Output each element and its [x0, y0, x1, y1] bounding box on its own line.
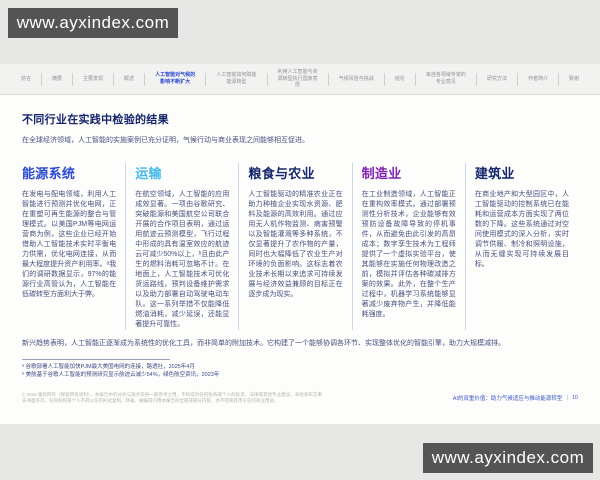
column-title-agriculture: 粮食与农业: [248, 166, 315, 181]
nav-tab-ai-climate-impact[interactable]: 人工智能对气候的影响不断扩大: [152, 70, 198, 88]
column-body-energy: 在发电与配电领域，利用人工智能进行预测并优化电网，正在重塑可再生能源的整合与管理…: [22, 191, 117, 298]
nav-tab-acknowledgements[interactable]: 致谢: [566, 74, 582, 85]
nav-tab-conclusion[interactable]: 结论: [392, 74, 408, 85]
column-food-agriculture: 粮食与农业 人工智能驱动的精准农业正在助力种植企业实现水资源、肥料及能源的高效利…: [238, 163, 351, 330]
column-manufacturing: 制造业 在工业制造领域，人工智能正在重构效率模式。通过部署预测性分析技术，企业能…: [351, 163, 465, 330]
industry-columns: 能源系统 在发电与配电领域，利用人工智能进行预测并优化电网，正在重塑可再生能源的…: [22, 163, 578, 330]
column-construction: 建筑业 在商业地产和大型园区中，人工智能驱动的控制系统已在能耗和运营成本方面实现…: [464, 163, 578, 330]
column-body-agriculture: 人工智能驱动的精准农业正在助力种植企业实现水资源、肥料及能源的高效利用。通过应用…: [248, 191, 343, 298]
footer-separator: |: [566, 395, 568, 401]
nav-tab-climate-risks[interactable]: 气候风险与挑战: [336, 74, 377, 85]
page-title: 不同行业在实践中检验的结果: [22, 114, 169, 126]
column-body-transport: 在航空领域，人工智能的应用成效显著。一项由谷歌研究、突破能源和美国航空公司联合开…: [135, 191, 230, 328]
column-body-construction: 在商业地产和大型园区中，人工智能驱动的控制系统已在能耗和运营成本方面实现了两位数…: [474, 191, 570, 268]
page-footer: AI的双重价值：助力气候适应与推动能源转型 | 10: [453, 394, 578, 402]
nav-divider: [72, 72, 74, 86]
footnote-b: ᵇ 美航基于谷歌人工智能的预测研究显示航迹云减少54%，绿色航空资讯，2023年: [22, 371, 220, 378]
nav-divider: [144, 72, 146, 86]
footnote-rule: [22, 359, 170, 360]
page-number: 10: [571, 395, 578, 401]
column-title-energy: 能源系统: [22, 166, 76, 181]
footnote-a: ᵃ 谷歌部署人工智能加快PJM最大美国电网的连接，路透社，2025年4月: [22, 364, 195, 370]
page-subtitle: 在全球经济领域，人工智能的实施案例已充分证明，气候行动与商业表现之间能够相互促进…: [22, 137, 309, 144]
nav-tab-ai-national-commitments[interactable]: 利用人工智能与资源转型执行国家意愿: [275, 67, 321, 91]
legal-disclaimer: © 2025 版权所有（保留所有权利）。本报告中的分析与观点仅供一般参考之用，不…: [22, 392, 322, 403]
column-title-manufacturing: 制造业: [361, 166, 402, 181]
nav-divider: [383, 72, 385, 86]
watermark-top-left: www.ayxindex.com: [8, 8, 178, 38]
nav-divider: [113, 72, 115, 86]
nav-tab-expert-opinions[interactable]: 来自各领域专家的专业意见: [423, 70, 469, 88]
nav-tab-authors[interactable]: 作者简介: [525, 74, 551, 85]
column-energy-systems: 能源系统 在发电与配电领域，利用人工智能进行预测并优化电网，正在重塑可再生能源的…: [22, 163, 125, 330]
column-title-construction: 建筑业: [474, 166, 515, 181]
column-title-transport: 运输: [135, 166, 162, 181]
watermark-bottom-right: www.ayxindex.com: [423, 443, 593, 473]
nav-divider: [414, 72, 416, 86]
nav-tab-overview[interactable]: 概述: [121, 74, 137, 85]
nav-tab-foreword[interactable]: 前言: [18, 74, 34, 85]
nav-divider: [41, 72, 43, 86]
report-page: 不同行业在实践中检验的结果 在全球经济领域，人工智能的实施案例已充分证明，气候行…: [0, 95, 600, 424]
nav-divider: [327, 72, 329, 86]
nav-divider: [266, 72, 268, 86]
conclusion-paragraph: 新兴趋势表明，人工智能正逐渐成为系统性的优化工具，而非简单的附加技术。它构建了一…: [22, 340, 505, 347]
nav-divider: [516, 72, 518, 86]
column-body-manufacturing: 在工业制造领域，人工智能正在重构效率模式。通过部署预测性分析技术，企业能够有效预…: [361, 191, 456, 318]
column-transport: 运输 在航空领域，人工智能的应用成效显著。一项由谷歌研究、突破能源和美国航空公司…: [125, 163, 238, 330]
nav-divider: [205, 72, 207, 86]
nav-tab-ai-energy-transition[interactable]: 人工智能如何赋能能源转型: [213, 70, 259, 88]
nav-tab-summary[interactable]: 摘要: [49, 74, 65, 85]
nav-tab-key-findings[interactable]: 主要发现: [80, 74, 106, 85]
page-bottom-row: © 2025 版权所有（保留所有权利）。本报告中的分析与观点仅供一般参考之用，不…: [22, 392, 578, 404]
nav-divider: [475, 72, 477, 86]
footnotes: ᵃ 谷歌部署人工智能加快PJM最大美国电网的连接，路透社，2025年4月 ᵇ 美…: [22, 359, 578, 379]
report-title-footer: AI的双重价值：助力气候适应与推动能源转型: [452, 396, 563, 402]
nav-tab-methodology[interactable]: 研究方法: [484, 74, 510, 85]
page-background: 前言 摘要 主要发现 概述 人工智能对气候的影响不断扩大 人工智能如何赋能能源转…: [0, 0, 600, 480]
nav-divider: [558, 72, 559, 86]
top-navigation: 前言 摘要 主要发现 概述 人工智能对气候的影响不断扩大 人工智能如何赋能能源转…: [0, 64, 600, 95]
